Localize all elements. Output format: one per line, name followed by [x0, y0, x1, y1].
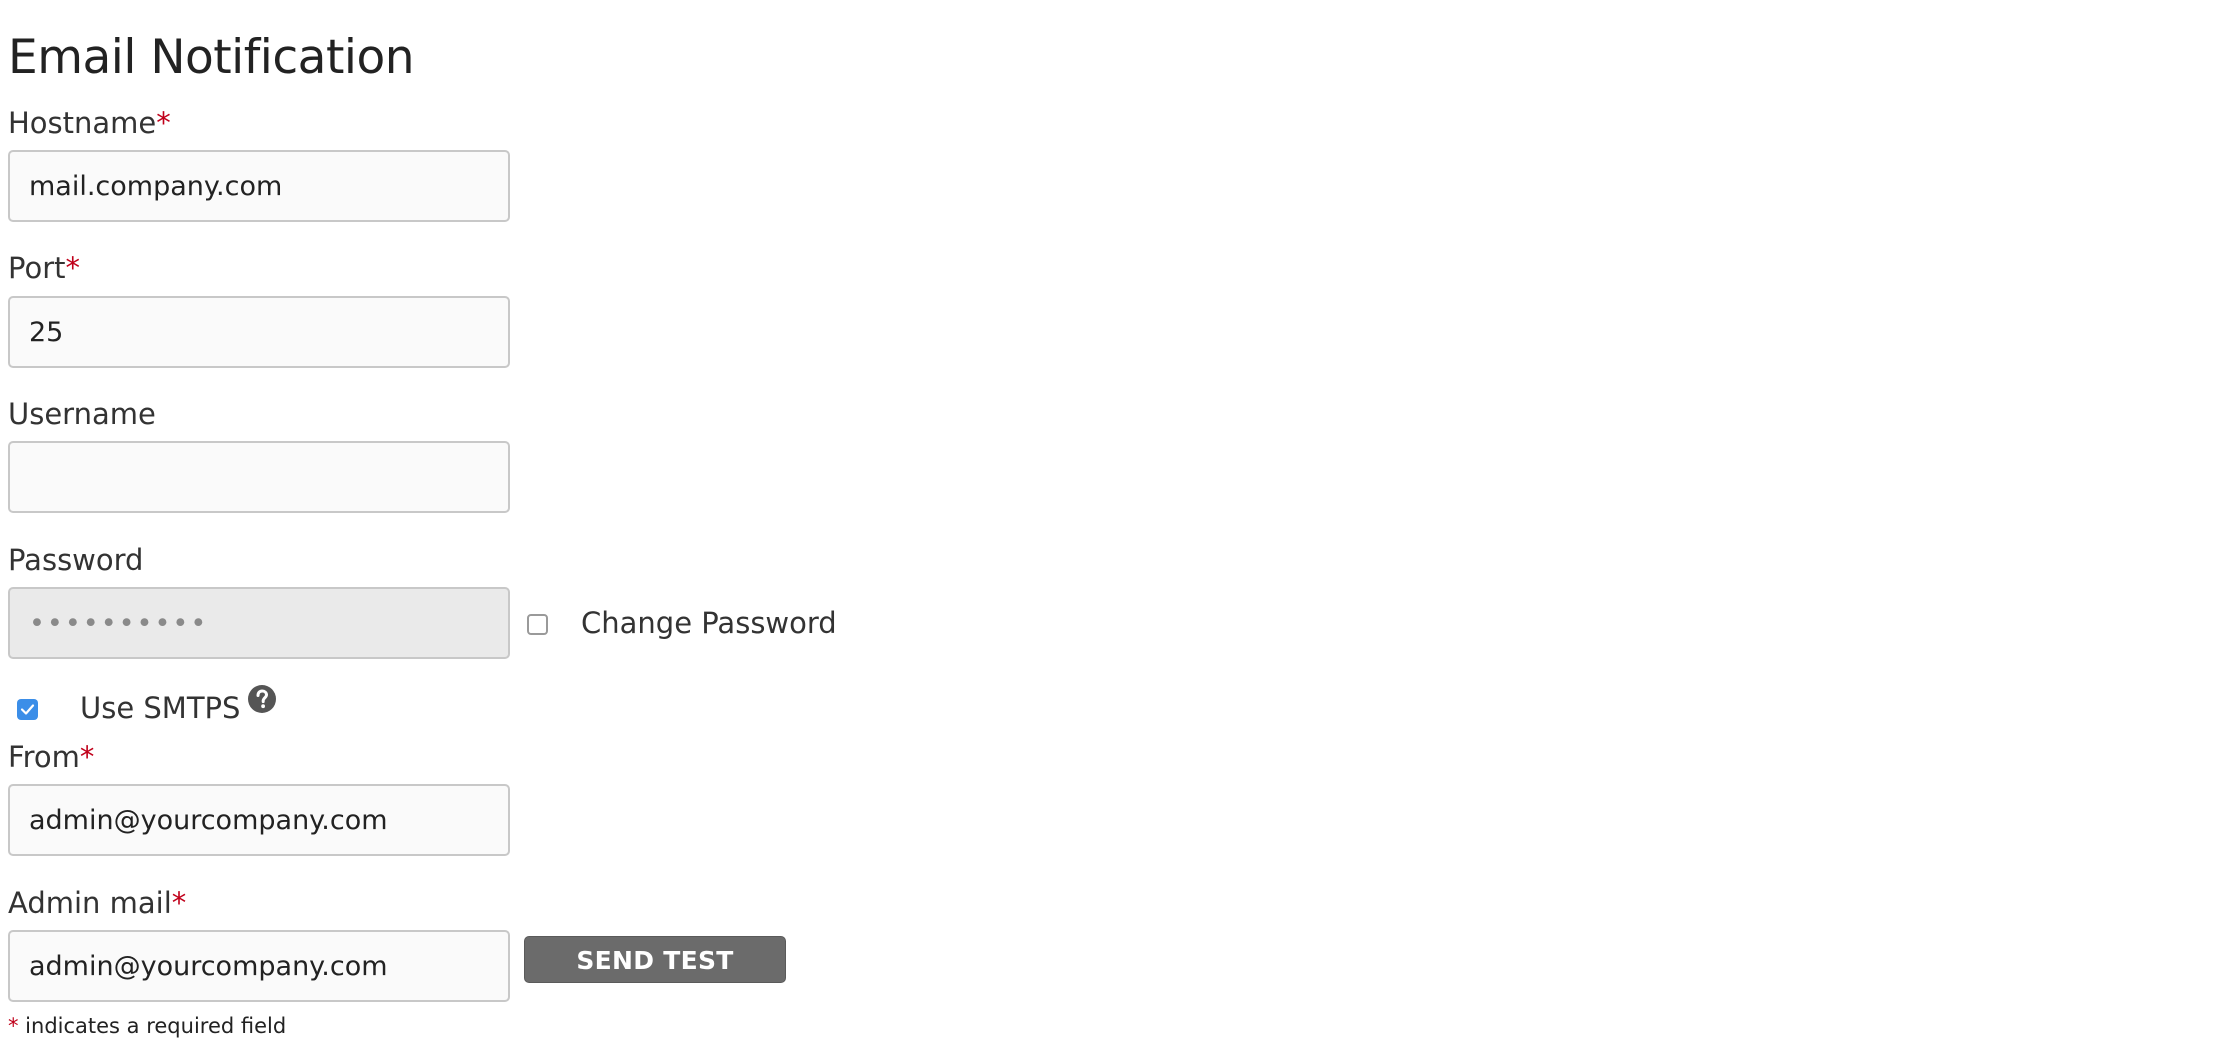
from-input[interactable] [8, 784, 510, 856]
question-circle-icon[interactable] [248, 685, 276, 713]
email-notification-page: Email Notification Hostname* Port* Usern… [0, 0, 2216, 1048]
admin-mail-label-text: Admin mail [8, 886, 172, 920]
hostname-label-text: Hostname [8, 106, 157, 140]
port-input[interactable] [8, 296, 510, 368]
port-label-text: Port [8, 251, 66, 285]
change-password-label[interactable]: Change Password [581, 606, 837, 640]
required-field-note: * indicates a required field [8, 1012, 286, 1040]
password-label: Password [8, 543, 143, 577]
from-label-text: From [8, 740, 80, 774]
password-input[interactable] [8, 587, 510, 659]
port-label: Port* [8, 251, 80, 285]
username-input[interactable] [8, 441, 510, 513]
admin-mail-input[interactable] [8, 930, 510, 1002]
change-password-checkbox[interactable] [527, 614, 548, 635]
required-mark: * [65, 251, 81, 285]
required-mark: * [171, 886, 187, 920]
from-label: From* [8, 740, 94, 774]
use-smtps-label[interactable]: Use SMTPS [80, 691, 240, 725]
admin-mail-label: Admin mail* [8, 886, 186, 920]
send-test-email-button[interactable]: SEND TEST EMAIL [524, 936, 786, 1020]
checkmark-icon [20, 704, 35, 715]
username-label-text: Username [8, 397, 156, 431]
hostname-input[interactable] [8, 150, 510, 222]
required-mark: * [79, 740, 95, 774]
required-mark: * [156, 106, 171, 140]
hostname-label: Hostname* [8, 106, 171, 140]
username-label: Username [8, 397, 156, 431]
page-title: Email Notification [8, 30, 415, 86]
password-label-text: Password [8, 543, 144, 577]
required-mark: * [8, 1014, 19, 1038]
required-field-note-text: indicates a required field [18, 1014, 287, 1038]
use-smtps-checkbox[interactable] [17, 699, 38, 720]
